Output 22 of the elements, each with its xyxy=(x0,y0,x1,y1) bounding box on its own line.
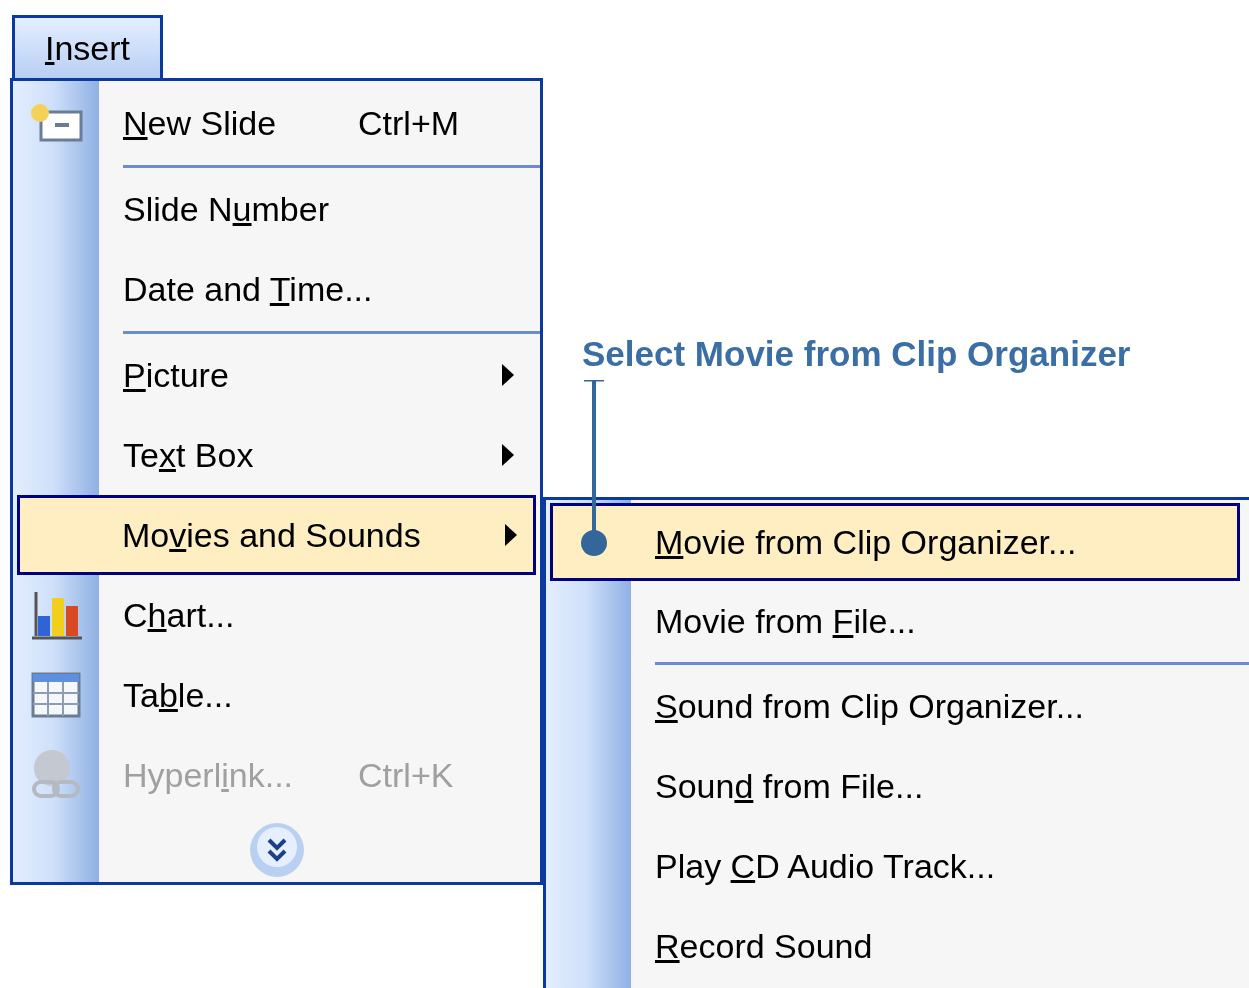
expand-chevron-icon[interactable] xyxy=(249,822,305,878)
menu-item[interactable]: Date and Time... xyxy=(13,249,540,329)
table-icon xyxy=(31,672,81,718)
submenu-item[interactable]: Play CD Audio Track... xyxy=(546,826,1249,906)
submenu-arrow-icon xyxy=(501,363,515,387)
callout-text: Select Movie from Clip Organizer xyxy=(582,334,1131,374)
menu-item[interactable]: Slide Number xyxy=(13,169,540,249)
submenu-item[interactable]: Sound from File... xyxy=(546,746,1249,826)
submenu-arrow-icon xyxy=(504,523,518,547)
menu-item[interactable]: Chart... xyxy=(13,575,540,655)
menu-item[interactable]: Text Box xyxy=(13,415,540,495)
submenu-item[interactable]: Sound from Clip Organizer... xyxy=(546,666,1249,746)
menu-item[interactable]: New Slide Ctrl+M xyxy=(13,83,540,163)
menu-item[interactable]: Movies and Sounds xyxy=(17,495,536,575)
submenu-item[interactable]: Record Sound xyxy=(546,906,1249,986)
menu-item[interactable]: Table... xyxy=(13,655,540,735)
submenu-item[interactable]: Movie from File... xyxy=(546,581,1249,661)
new-slide-icon xyxy=(29,103,83,143)
menu-item[interactable]: Picture xyxy=(13,335,540,415)
insert-menu-tab[interactable]: Insert xyxy=(12,15,163,78)
submenu-arrow-icon xyxy=(501,443,515,467)
submenu-item[interactable]: Movie from Clip Organizer... xyxy=(550,503,1240,581)
